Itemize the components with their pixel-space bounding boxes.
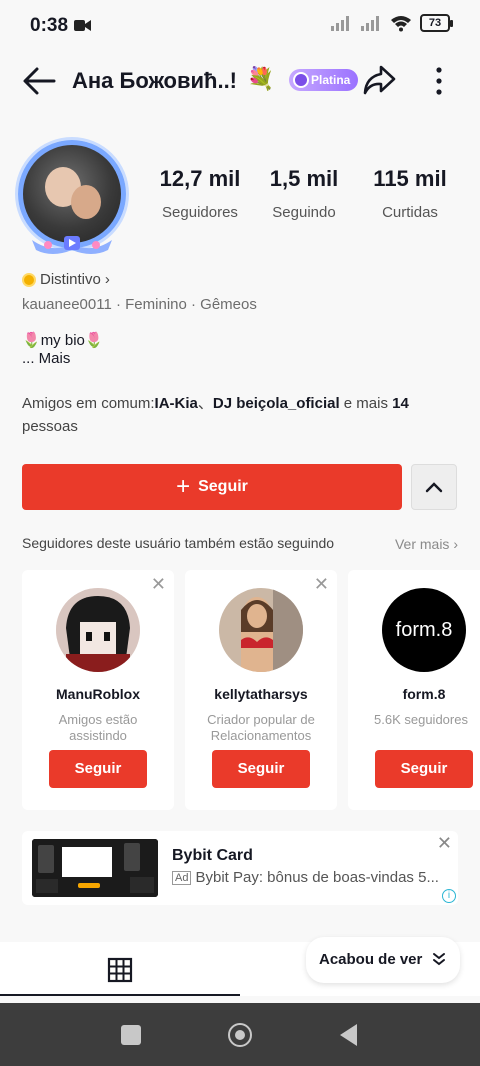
chevron-up-icon (425, 482, 443, 493)
stat-value: 1,5 mil (269, 166, 339, 191)
suggestion-subtitle: 5.6K seguidores (374, 712, 468, 727)
wifi-icon (391, 16, 411, 32)
close-icon[interactable]: ✕ (437, 833, 452, 854)
profile-title: Ана Божовић..! (72, 68, 238, 93)
friends-suffix: pessoas (22, 418, 78, 435)
avatar-frame-ornament (32, 236, 112, 254)
info-icon[interactable]: i (442, 889, 456, 903)
ad-description: Ad Bybit Pay: bônus de boas-vindas 5... (172, 869, 439, 886)
friend-name: IA-Kia (154, 395, 198, 412)
profile-stats: 12,7 mil Seguidores 1,5 mil Seguindo 115… (150, 166, 465, 221)
status-icons: 73 (330, 14, 453, 32)
tulip-icon: 🌷 (22, 332, 41, 349)
friends-mid: e mais (339, 395, 393, 412)
suggestion-name: ManuRoblox (56, 686, 140, 702)
suggestion-subtitle: Criador popular de Relacionamentos (207, 712, 315, 743)
bio-more-link[interactable]: ... Mais (22, 350, 70, 367)
stat-label: Curtidas (382, 204, 438, 221)
double-chevron-down-icon (433, 953, 445, 966)
suggestion-subtitle: Amigos estão assistindo (58, 712, 138, 743)
close-icon[interactable]: ✕ (151, 574, 166, 595)
suggestions-toggle-button[interactable] (411, 464, 457, 510)
badge-link[interactable]: Distintivo › (22, 271, 110, 288)
suggestion-card[interactable]: ✕ ManuRoblox Amigos estão assistindo Seg… (22, 570, 174, 810)
follow-label: Seguir (198, 478, 248, 495)
just-watched-label: Acabou de ver (319, 951, 423, 968)
profile-meta: kauanee0011 · Feminino · Gêmeos (22, 296, 257, 313)
ad-tag: Ad (172, 871, 192, 886)
friends-count: 14 (392, 395, 409, 412)
close-icon[interactable]: ✕ (314, 574, 329, 595)
friend-name: DJ beiçola_oficial (212, 395, 340, 412)
stat-following[interactable]: 1,5 mil Seguindo (250, 166, 358, 221)
friends-prefix: Amigos em comum: (22, 395, 155, 412)
suggestion-avatar: form.8 (382, 588, 466, 672)
signal-icon-2 (361, 16, 379, 31)
profile-avatar[interactable] (12, 134, 132, 254)
follow-suggestion-button[interactable]: Seguir (375, 750, 473, 788)
bio-text: my bio (40, 332, 85, 349)
just-watched-toast[interactable]: Acabou de ver (306, 937, 460, 983)
stat-value: 115 mil (373, 166, 447, 191)
ad-text: Bybit Pay: bônus de boas-vindas 5... (195, 869, 439, 886)
follow-suggestion-button[interactable]: Seguir (49, 750, 147, 788)
suggestion-avatar (219, 588, 303, 672)
status-time: 0:38 (30, 15, 69, 36)
stat-label: Seguindo (272, 204, 336, 221)
tulip-bouquet-icon: 💐 (247, 66, 275, 91)
ad-banner[interactable]: Bybit Card Ad Bybit Pay: bônus de boas-vi… (22, 831, 458, 905)
home-button[interactable] (228, 1023, 252, 1047)
plus-icon: + (176, 473, 191, 500)
video-camera-icon (74, 20, 91, 31)
form8-logo: form.8 (395, 618, 453, 641)
ad-title: Bybit Card (172, 847, 253, 864)
suggestion-name: form.8 (402, 686, 446, 702)
follow-suggestion-button[interactable]: Seguir (212, 750, 310, 788)
mutual-friends[interactable]: Amigos em comum:IA-Kia、DJ beiçola_oficia… (22, 392, 462, 438)
see-more-label: Ver mais (394, 536, 450, 552)
system-nav-bar (0, 1003, 480, 1066)
platina-badge[interactable]: Platina (289, 69, 359, 91)
share-icon[interactable] (362, 64, 396, 96)
platina-icon (293, 72, 309, 88)
see-more-link[interactable]: Ver mais › (395, 536, 458, 552)
active-tab-indicator (0, 994, 240, 996)
chevron-right-icon: › (453, 536, 458, 552)
back-arrow-icon[interactable] (22, 66, 56, 96)
status-bar: 0:38 73 (0, 0, 480, 52)
roblox-avatar-image (56, 588, 140, 672)
avatar-face-2 (71, 185, 101, 219)
badge-coin-icon (22, 272, 36, 287)
ad-image (32, 839, 158, 897)
user-photo-image (219, 588, 303, 672)
stat-value: 12,7 mil (159, 166, 241, 191)
suggestions-title: Seguidores deste usuário também estão se… (22, 535, 335, 551)
back-button[interactable] (340, 1024, 357, 1046)
stat-likes[interactable]: 115 mil Curtidas (358, 166, 462, 221)
more-options-icon[interactable] (430, 66, 448, 96)
tulip-icon: 🌷 (84, 332, 104, 349)
recents-button[interactable] (121, 1025, 141, 1045)
suggestion-name: kellytatharsys (214, 686, 308, 702)
stat-followers[interactable]: 12,7 mil Seguidores (150, 166, 250, 221)
grid-icon[interactable] (107, 957, 133, 983)
chevron-right-icon: › (104, 271, 110, 288)
signal-icon (331, 16, 349, 31)
battery-icon: 73 (420, 14, 453, 32)
follow-button[interactable]: + Seguir (22, 464, 402, 510)
platina-label: Platina (311, 73, 351, 87)
bio-line: 🌷my bio🌷 (22, 331, 104, 349)
profile-header: Ана Божовић..! 💐 Platina (0, 52, 480, 110)
suggestion-card[interactable]: form.8 form.8 5.6K seguidores Seguir (348, 570, 480, 810)
friends-separator: 、 (197, 395, 213, 412)
bybit-ad-image (32, 839, 158, 897)
suggestion-avatar (56, 588, 140, 672)
stat-label: Seguidores (162, 204, 238, 221)
badge-label: Distintivo (40, 271, 101, 288)
suggestion-card[interactable]: ✕ kellytatharsys Criador popular de Rela… (185, 570, 337, 810)
